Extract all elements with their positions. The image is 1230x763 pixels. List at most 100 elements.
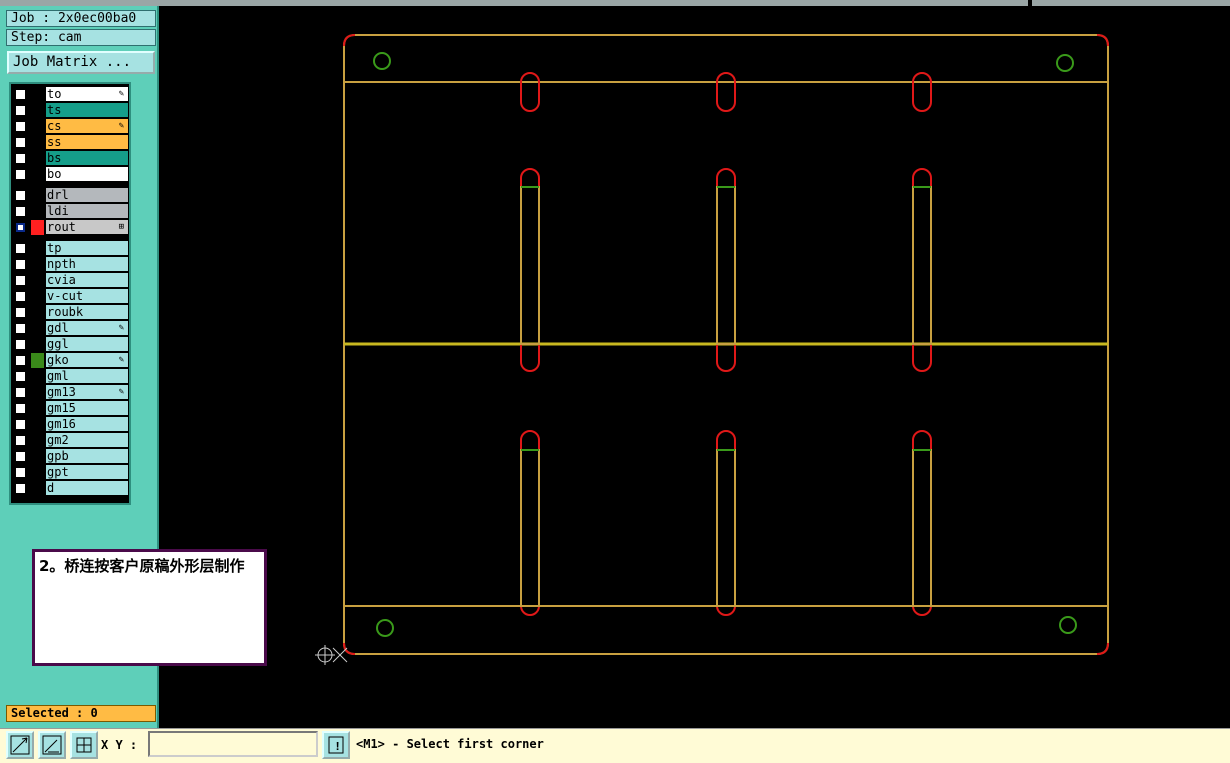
layer-row-gm15[interactable]: gm15: [11, 401, 129, 416]
layer-row-gdl[interactable]: gdl ✎: [11, 321, 129, 336]
layer-checkbox[interactable]: [15, 323, 26, 334]
layer-checkbox[interactable]: [15, 307, 26, 318]
layer-name[interactable]: ldi: [46, 204, 128, 218]
layer-row-d[interactable]: d: [11, 481, 129, 496]
layer-name[interactable]: ggl: [46, 337, 128, 351]
layer-checkbox[interactable]: [15, 206, 26, 217]
layer-display-color[interactable]: [31, 103, 44, 118]
layer-display-color[interactable]: [31, 241, 44, 256]
layer-name[interactable]: ts: [46, 103, 128, 117]
layer-display-color[interactable]: [31, 87, 44, 102]
layer-checkbox[interactable]: [15, 451, 26, 462]
layer-row-cs[interactable]: cs ✎: [11, 119, 129, 134]
zoom-area-icon[interactable]: [38, 731, 66, 759]
layer-checkbox[interactable]: [15, 137, 26, 148]
info-icon[interactable]: !: [322, 731, 350, 759]
layer-checkbox[interactable]: [15, 291, 26, 302]
graphics-canvas[interactable]: [160, 6, 1230, 728]
layer-display-color[interactable]: [31, 167, 44, 182]
layer-row-roubk[interactable]: roubk: [11, 305, 129, 320]
layer-display-color[interactable]: [31, 449, 44, 464]
layer-name[interactable]: gm15: [46, 401, 128, 415]
layer-name[interactable]: gm2: [46, 433, 128, 447]
layer-name[interactable]: cs ✎: [46, 119, 128, 133]
layer-display-color[interactable]: [31, 119, 44, 134]
layer-name[interactable]: gko ✎: [46, 353, 128, 367]
layer-display-color[interactable]: [31, 220, 44, 235]
layer-display-color[interactable]: [31, 289, 44, 304]
layer-display-color[interactable]: [31, 257, 44, 272]
xy-input[interactable]: [148, 731, 318, 757]
layer-display-color[interactable]: [31, 321, 44, 336]
layer-display-color[interactable]: [31, 188, 44, 203]
layer-checkbox[interactable]: [15, 275, 26, 286]
layer-name[interactable]: gm16: [46, 417, 128, 431]
layer-checkbox[interactable]: [15, 190, 26, 201]
layer-checkbox[interactable]: [15, 153, 26, 164]
layer-name[interactable]: gm13 ✎: [46, 385, 128, 399]
layer-name[interactable]: v-cut: [46, 289, 128, 303]
layer-checkbox[interactable]: [15, 121, 26, 132]
layer-display-color[interactable]: [31, 305, 44, 320]
layer-checkbox[interactable]: [15, 467, 26, 478]
layer-name[interactable]: bs: [46, 151, 128, 165]
layer-display-color[interactable]: [31, 401, 44, 416]
layer-display-color[interactable]: [31, 204, 44, 219]
layer-row-bo[interactable]: bo: [11, 167, 129, 182]
layer-name[interactable]: rout ⊞: [46, 220, 128, 234]
layer-checkbox[interactable]: [15, 169, 26, 180]
layer-checkbox[interactable]: [15, 419, 26, 430]
zoom-fit-icon[interactable]: [6, 731, 34, 759]
layer-name[interactable]: tp: [46, 241, 128, 255]
layer-checkbox[interactable]: [15, 435, 26, 446]
layer-row-cvia[interactable]: cvia: [11, 273, 129, 288]
layer-name[interactable]: roubk: [46, 305, 128, 319]
layer-name[interactable]: to ✎: [46, 87, 128, 101]
layer-checkbox[interactable]: [15, 403, 26, 414]
layer-checkbox[interactable]: [15, 259, 26, 270]
layer-row-rout[interactable]: rout ⊞: [11, 220, 129, 235]
layer-name[interactable]: gdl ✎: [46, 321, 128, 335]
grid-icon[interactable]: [70, 731, 98, 759]
layer-row-gm13[interactable]: gm13 ✎: [11, 385, 129, 400]
layer-checkbox[interactable]: [15, 105, 26, 116]
layer-row-drl[interactable]: drl: [11, 188, 129, 203]
layer-name[interactable]: ss: [46, 135, 128, 149]
layer-checkbox[interactable]: [15, 243, 26, 254]
job-matrix-button[interactable]: Job Matrix ...: [7, 51, 155, 74]
layer-name[interactable]: gml: [46, 369, 128, 383]
layer-row-gko[interactable]: gko ✎: [11, 353, 129, 368]
layer-checkbox[interactable]: [15, 483, 26, 494]
layer-row-npth[interactable]: npth: [11, 257, 129, 272]
layer-display-color[interactable]: [31, 353, 44, 368]
layer-display-color[interactable]: [31, 337, 44, 352]
layer-checkbox[interactable]: [15, 371, 26, 382]
layer-row-ldi[interactable]: ldi: [11, 204, 129, 219]
layer-row-gml[interactable]: gml: [11, 369, 129, 384]
layer-checkbox[interactable]: [15, 89, 26, 100]
layer-row-tp[interactable]: tp: [11, 241, 129, 256]
layer-display-color[interactable]: [31, 433, 44, 448]
layer-display-color[interactable]: [31, 465, 44, 480]
layer-display-color[interactable]: [31, 385, 44, 400]
layer-display-color[interactable]: [31, 151, 44, 166]
layer-row-gm16[interactable]: gm16: [11, 417, 129, 432]
layer-checkbox[interactable]: [15, 355, 26, 366]
layer-name[interactable]: bo: [46, 167, 128, 181]
layer-name[interactable]: gpt: [46, 465, 128, 479]
layer-row-gm2[interactable]: gm2: [11, 433, 129, 448]
layer-display-color[interactable]: [31, 417, 44, 432]
layer-row-to[interactable]: to ✎: [11, 87, 129, 102]
layer-name[interactable]: gpb: [46, 449, 128, 463]
layer-row-bs[interactable]: bs: [11, 151, 129, 166]
layer-row-gpt[interactable]: gpt: [11, 465, 129, 480]
layer-row-v-cut[interactable]: v-cut: [11, 289, 129, 304]
layer-row-gpb[interactable]: gpb: [11, 449, 129, 464]
layer-display-color[interactable]: [31, 273, 44, 288]
layer-display-color[interactable]: [31, 481, 44, 496]
layer-row-ts[interactable]: ts: [11, 103, 129, 118]
layer-name[interactable]: npth: [46, 257, 128, 271]
layer-display-color[interactable]: [31, 135, 44, 150]
layer-row-ss[interactable]: ss: [11, 135, 129, 150]
layer-checkbox[interactable]: [15, 339, 26, 350]
